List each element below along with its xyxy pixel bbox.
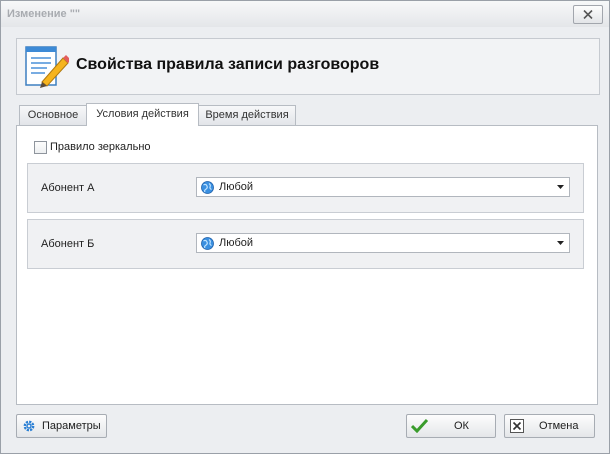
mirror-rule-label: Правило зеркально: [50, 141, 151, 153]
subscriber-b-group: Абонент Б Любой: [27, 219, 584, 269]
parameters-button[interactable]: Параметры: [16, 414, 107, 438]
window-title: Изменение "": [7, 8, 81, 20]
gear-icon: [23, 420, 35, 432]
subscriber-b-select[interactable]: Любой: [196, 233, 570, 253]
page-title: Свойства правила записи разговоров: [76, 56, 380, 73]
cancel-button-label: Отмена: [539, 420, 579, 432]
subscriber-b-label: Абонент Б: [41, 238, 95, 250]
dialog-header: Свойства правила записи разговоров: [16, 38, 600, 95]
parameters-button-label: Параметры: [42, 420, 101, 432]
close-icon: [583, 10, 593, 19]
cancel-button[interactable]: Отмена: [504, 414, 595, 438]
subscriber-b-value: Любой: [219, 237, 254, 249]
ok-button[interactable]: ОК: [406, 414, 496, 438]
tab-main[interactable]: Основное: [19, 105, 87, 125]
subscriber-a-value: Любой: [219, 181, 254, 193]
tab-schedule[interactable]: Время действия: [198, 105, 296, 125]
subscriber-a-label: Абонент А: [41, 182, 95, 194]
title-bar[interactable]: Изменение "": [1, 1, 609, 27]
subscriber-a-group: Абонент А Любой: [27, 163, 584, 213]
tab-main-label: Основное: [27, 109, 79, 121]
document-edit-icon: [25, 46, 69, 88]
ok-button-label: ОК: [454, 420, 469, 432]
chevron-down-icon[interactable]: [557, 241, 564, 245]
mirror-rule-checkbox[interactable]: [34, 141, 47, 154]
tab-conditions-label: Условия действия: [96, 108, 189, 120]
tab-content-panel: Правило зеркально Абонент А Любой Абонен…: [16, 125, 598, 405]
tab-conditions[interactable]: Условия действия: [86, 103, 199, 126]
checkmark-icon: [411, 418, 428, 433]
cancel-icon: [510, 419, 524, 433]
globe-icon: [201, 181, 214, 194]
tab-schedule-label: Время действия: [205, 109, 289, 121]
dialog-window: Изменение "" Свойства правила записи раз…: [0, 0, 610, 454]
subscriber-a-select[interactable]: Любой: [196, 177, 570, 197]
globe-icon: [201, 237, 214, 250]
close-button[interactable]: [573, 5, 603, 24]
chevron-down-icon[interactable]: [557, 185, 564, 189]
